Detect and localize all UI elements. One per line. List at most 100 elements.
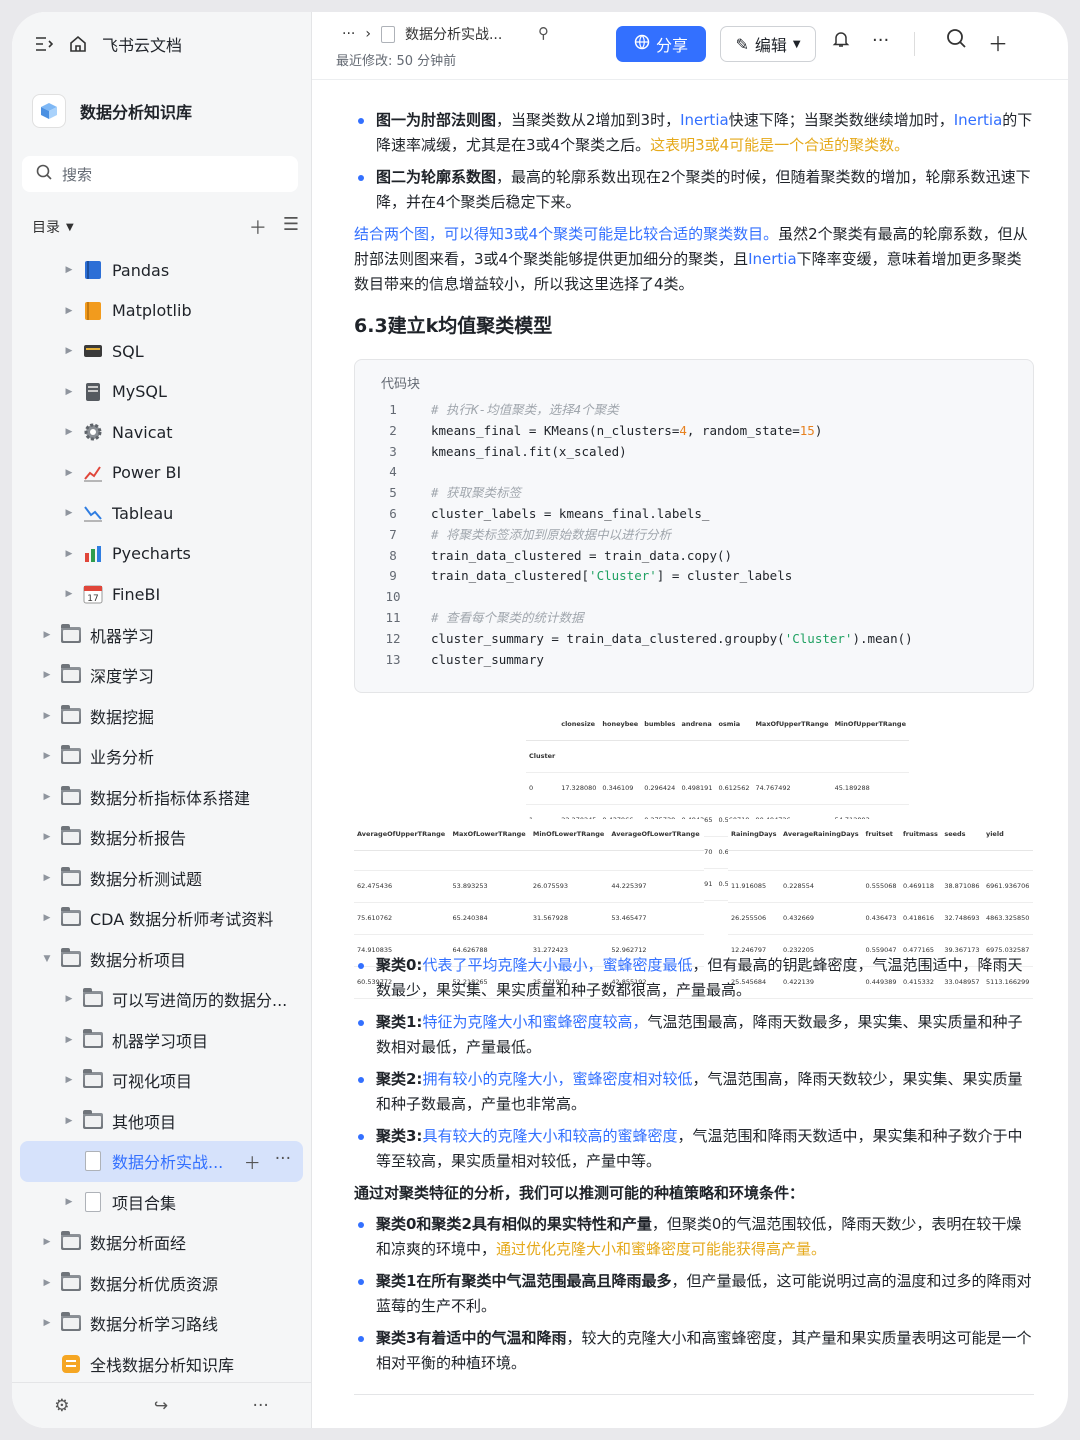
caret-right-icon[interactable]: ▶ [40,792,54,802]
paragraph: 结合两个图，可以得知3或4个聚类可能是比较合适的聚类数目。虽然2个聚类有最高的轮… [354,222,1034,297]
caret-right-icon[interactable]: ▶ [40,751,54,761]
caret-right-icon[interactable]: ▶ [40,711,54,721]
caret-right-icon[interactable]: ▶ [40,1237,54,1247]
pencil-icon: ✎ [735,34,749,54]
caret-right-icon[interactable]: ▶ [62,265,76,275]
bold-text: 聚类3: [376,1127,423,1145]
share-out-icon[interactable]: ↪ [154,1396,168,1416]
sidebar-item[interactable]: ▶ Matplotlib [20,291,303,332]
table-row: 75.610762 65.240384 31.567928 53.465477 [354,902,704,935]
sidebar-item[interactable]: ▶ 深度学习 [20,655,303,696]
toc-label[interactable]: 目录 [32,217,60,237]
sidebar-item[interactable]: ▶ Pyecharts [20,534,303,575]
sidebar-item[interactable]: ▶ 17 FineBI [20,574,303,615]
caret-right-icon[interactable]: ▶ [40,832,54,842]
caret-right-icon[interactable]: ▶ [62,1116,76,1126]
highlight-text: 拥有较小的克隆大小，蜜蜂密度相对较低 [422,1070,693,1088]
caret-right-icon[interactable]: ▶ [62,1075,76,1085]
caret-right-icon[interactable]: ▶ [62,1035,76,1045]
list-item: 图二为轮廓系数图，最高的轮廓系数出现在2个聚类的时候，但随着聚类数的增加，轮廓系… [354,165,1034,215]
folder-icon [60,1312,82,1334]
table-cell: 44.225397 [608,870,704,903]
sidebar-item[interactable]: ▶ 机器学习项目 [20,1020,303,1061]
doc-title[interactable]: 数据分析实战... [405,24,502,44]
pin-icon[interactable]: ⚲ [538,24,549,42]
sidebar-search[interactable]: 搜索 [22,156,298,192]
sidebar-item[interactable]: 数据分析实战... ＋ ··· [20,1141,303,1182]
caret-right-icon[interactable]: ▶ [62,306,76,316]
caret-right-icon[interactable]: ▶ [62,549,76,559]
highlight-text: 代表了平均克隆大小最小，蜜蜂密度最低 [422,956,693,974]
sidebar-item[interactable]: ▶ 机器学习 [20,615,303,656]
list-item: 图一为肘部法则图，当聚类数从2增加到3时，Inertia快速下降；当聚类数继续增… [354,108,1034,158]
outline-list-icon[interactable]: ☰ [283,214,299,240]
sidebar-item-label: 数据分析面经 [90,1234,187,1254]
sidebar-item[interactable]: ▶ Tableau [20,493,303,534]
sidebar-item[interactable]: ▶ 数据分析优质资源 [20,1263,303,1304]
sidebar-item[interactable]: ▶ CDA 数据分析师考试资料 [20,898,303,939]
code-line: 10 [375,587,913,608]
share-button[interactable]: 分享 [616,26,706,62]
caret-down-icon[interactable]: ▼ [40,954,54,964]
caret-right-icon[interactable]: ▶ [40,873,54,883]
app-title[interactable]: 飞书云文档 [102,32,182,56]
caret-right-icon[interactable]: ▶ [40,630,54,640]
sidebar-item[interactable]: ▶ 数据挖掘 [20,696,303,737]
sidebar-item[interactable]: ▶ SQL [20,331,303,372]
sidebar-item[interactable]: ▶ Power BI [20,453,303,494]
folder-icon [60,866,82,889]
sidebar-item[interactable]: ▶ 数据分析学习路线 [20,1303,303,1344]
sidebar-item[interactable]: ▶ 业务分析 [20,736,303,777]
code-line: 2 kmeans_final = KMeans(n_clusters=4, ran… [375,421,913,442]
sidebar-item[interactable]: ▶ 数据分析指标体系搭建 [20,777,303,818]
knowledge-base-header[interactable]: 数据分析知识库 [32,94,299,128]
sidebar-item-label: Navicat [112,422,173,442]
more-icon[interactable]: ··· [253,1396,269,1416]
caret-right-icon[interactable]: ▶ [62,387,76,397]
add-icon[interactable]: ＋ [244,1149,261,1174]
sidebar-item[interactable]: ▶ 可以写进简历的数据分... [20,979,303,1020]
list-item: 聚类3:具有较大的克隆大小和较高的蜜蜂密度，气温范围和降雨天数适中，果实集和种子… [354,1124,1034,1174]
edit-button[interactable]: ✎ 编辑 ▼ [720,26,816,62]
sidebar-item[interactable]: ▶ 数据分析测试题 [20,858,303,899]
code-line: 4 [375,462,913,483]
sidebar-item[interactable]: ▶ MySQL [20,372,303,413]
caret-right-icon[interactable]: ▶ [40,1278,54,1288]
add-icon[interactable]: ＋ [249,214,267,240]
sidebar-item[interactable]: ▶ Pandas [20,250,303,291]
settings-icon[interactable]: ⚙ [54,1396,69,1416]
folder-icon [82,1028,104,1051]
search-icon[interactable] [946,28,966,57]
sidebar-item[interactable]: ▼ 数据分析项目 [20,939,303,980]
chevron-down-icon[interactable]: ▼ [66,222,74,233]
table-cell: 26.075593 [529,870,609,903]
bell-icon[interactable] [832,30,850,53]
sidebar-item[interactable]: ▶ 项目合集 [20,1182,303,1223]
collapse-sidebar-icon[interactable] [34,34,54,54]
more-icon[interactable]: ··· [275,1149,291,1174]
caret-right-icon[interactable]: ▶ [40,913,54,923]
more-options-icon[interactable]: ··· [872,30,889,53]
caret-right-icon[interactable]: ▶ [62,1197,76,1207]
caret-right-icon[interactable]: ▶ [62,508,76,518]
sidebar-item-label: Tableau [112,503,174,523]
sidebar-item[interactable]: ▶ 可视化项目 [20,1060,303,1101]
doc-tree: ▶ Pandas ▶ Matplotlib ▶ SQL ▶ MySQL ▶ Navicat ▶ Pow… [20,250,303,1384]
breadcrumb-ellipsis[interactable]: ··· [342,26,355,42]
caret-right-icon[interactable]: ▶ [62,427,76,437]
caret-right-icon[interactable]: ▶ [62,468,76,478]
sidebar-item[interactable]: ▶ 其他项目 [20,1101,303,1142]
table-images: clonesize honeybee bumbles andrena osmia MaxO… [354,709,1034,999]
sidebar-item[interactable]: ▶ Navicat [20,412,303,453]
caret-right-icon[interactable]: ▶ [62,994,76,1004]
sidebar-item[interactable]: 全栈数据分析知识库 [20,1344,303,1385]
code-block[interactable]: 代码块 1 # 执行K-均值聚类，选择4个聚类 2 kmeans_final = KM… [354,359,1034,693]
sidebar-item[interactable]: ▶ 数据分析报告 [20,817,303,858]
new-doc-icon[interactable]: ＋ [988,28,1008,57]
caret-right-icon[interactable]: ▶ [62,346,76,356]
sidebar-item[interactable]: ▶ 数据分析面经 [20,1222,303,1263]
caret-right-icon[interactable]: ▶ [62,589,76,599]
home-icon[interactable] [68,34,88,54]
caret-right-icon[interactable]: ▶ [40,670,54,680]
caret-right-icon[interactable]: ▶ [40,1318,54,1328]
